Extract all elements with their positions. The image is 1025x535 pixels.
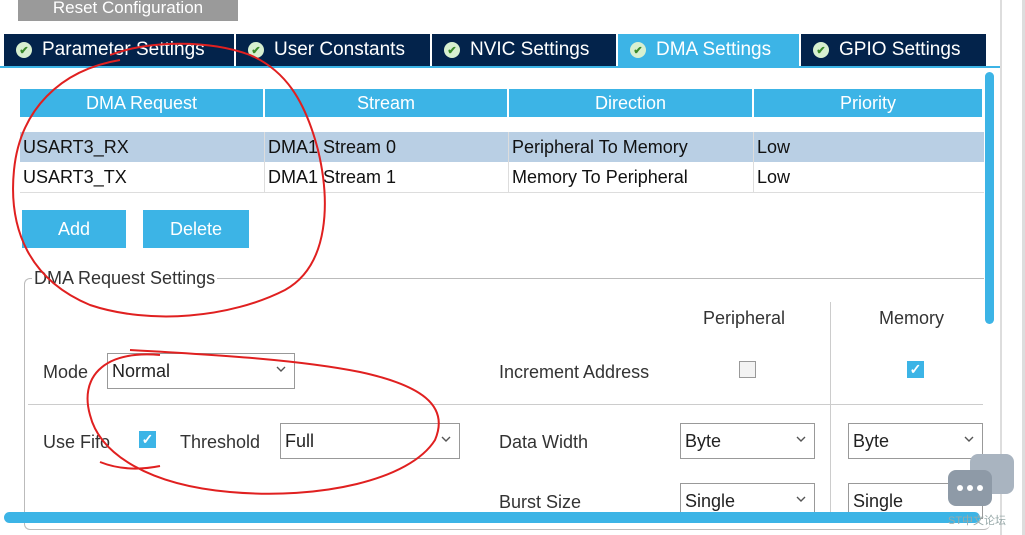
red-annotation-marks <box>12 42 440 495</box>
